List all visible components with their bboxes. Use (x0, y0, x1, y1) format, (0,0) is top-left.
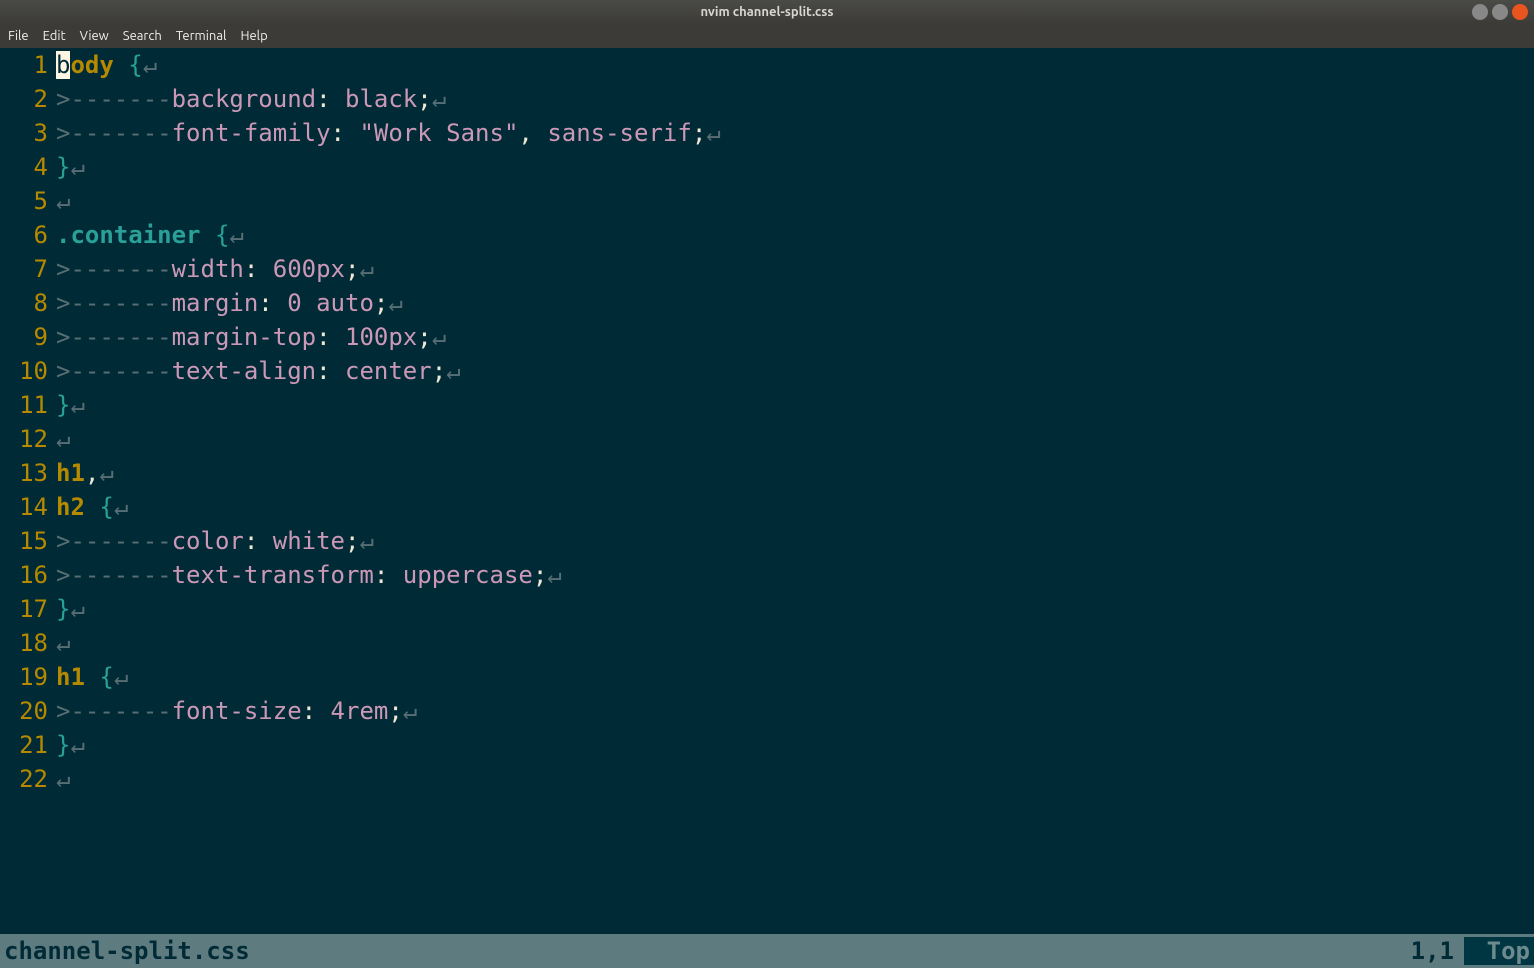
line-content[interactable]: }↵ (56, 150, 1534, 184)
line-content[interactable]: }↵ (56, 592, 1534, 626)
line-number: 21 (0, 728, 56, 762)
line-number: 3 (0, 116, 56, 150)
line-number: 8 (0, 286, 56, 320)
code-line[interactable]: 11}↵ (0, 388, 1534, 422)
code-line[interactable]: 18↵ (0, 626, 1534, 660)
line-number: 6 (0, 218, 56, 252)
line-content[interactable]: >-------font-family: "Work Sans", sans-s… (56, 116, 1534, 150)
status-scroll: Top (1464, 937, 1534, 965)
maximize-icon[interactable] (1492, 4, 1508, 20)
code-line[interactable]: 4}↵ (0, 150, 1534, 184)
line-content[interactable]: >-------margin: 0 auto;↵ (56, 286, 1534, 320)
close-icon[interactable] (1512, 4, 1528, 20)
line-content[interactable]: }↵ (56, 388, 1534, 422)
line-number: 16 (0, 558, 56, 592)
line-content[interactable]: h1,↵ (56, 456, 1534, 490)
menu-view[interactable]: View (74, 27, 115, 45)
menu-file[interactable]: File (2, 27, 35, 45)
line-number: 22 (0, 762, 56, 796)
line-number: 5 (0, 184, 56, 218)
line-content[interactable]: >-------font-size: 4rem;↵ (56, 694, 1534, 728)
minimize-icon[interactable] (1472, 4, 1488, 20)
window-title: nvim channel-split.css (700, 5, 833, 19)
menu-edit[interactable]: Edit (37, 27, 72, 45)
code-line[interactable]: 5↵ (0, 184, 1534, 218)
code-line[interactable]: 10>-------text-align: center;↵ (0, 354, 1534, 388)
window-titlebar: nvim channel-split.css (0, 0, 1534, 24)
code-line[interactable]: 9>-------margin-top: 100px;↵ (0, 320, 1534, 354)
line-content[interactable]: >-------background: black;↵ (56, 82, 1534, 116)
line-content[interactable]: h1 {↵ (56, 660, 1534, 694)
line-number: 18 (0, 626, 56, 660)
code-line[interactable]: 17}↵ (0, 592, 1534, 626)
menu-help[interactable]: Help (234, 27, 273, 45)
editor-area[interactable]: 1body {↵2>-------background: black;↵3>--… (0, 48, 1534, 796)
line-content[interactable]: }↵ (56, 728, 1534, 762)
code-line[interactable]: 19h1 {↵ (0, 660, 1534, 694)
code-line[interactable]: 7>-------width: 600px;↵ (0, 252, 1534, 286)
code-line[interactable]: 21}↵ (0, 728, 1534, 762)
code-line[interactable]: 13h1,↵ (0, 456, 1534, 490)
line-content[interactable]: .container {↵ (56, 218, 1534, 252)
line-content[interactable]: >-------width: 600px;↵ (56, 252, 1534, 286)
line-number: 15 (0, 524, 56, 558)
line-number: 11 (0, 388, 56, 422)
line-number: 10 (0, 354, 56, 388)
line-number: 20 (0, 694, 56, 728)
status-filename: channel-split.css (0, 937, 250, 965)
code-line[interactable]: 15>-------color: white;↵ (0, 524, 1534, 558)
line-number: 12 (0, 422, 56, 456)
line-content[interactable]: >-------text-transform: uppercase;↵ (56, 558, 1534, 592)
line-content[interactable]: >-------color: white;↵ (56, 524, 1534, 558)
code-line[interactable]: 6.container {↵ (0, 218, 1534, 252)
line-content[interactable]: ↵ (56, 762, 1534, 796)
code-line[interactable]: 1body {↵ (0, 48, 1534, 82)
line-content[interactable]: ↵ (56, 184, 1534, 218)
line-number: 2 (0, 82, 56, 116)
status-bar: channel-split.css 1,1 Top (0, 934, 1534, 968)
menu-search[interactable]: Search (117, 27, 168, 45)
menu-bar: File Edit View Search Terminal Help (0, 24, 1534, 48)
line-number: 19 (0, 660, 56, 694)
line-content[interactable]: body {↵ (56, 48, 1534, 82)
code-line[interactable]: 12↵ (0, 422, 1534, 456)
line-number: 1 (0, 48, 56, 82)
menu-terminal[interactable]: Terminal (170, 27, 233, 45)
line-content[interactable]: ↵ (56, 626, 1534, 660)
line-number: 4 (0, 150, 56, 184)
code-line[interactable]: 20>-------font-size: 4rem;↵ (0, 694, 1534, 728)
line-content[interactable]: >-------margin-top: 100px;↵ (56, 320, 1534, 354)
line-content[interactable]: ↵ (56, 422, 1534, 456)
window-controls (1472, 4, 1528, 20)
line-content[interactable]: >-------text-align: center;↵ (56, 354, 1534, 388)
line-number: 14 (0, 490, 56, 524)
code-line[interactable]: 16>-------text-transform: uppercase;↵ (0, 558, 1534, 592)
code-line[interactable]: 2>-------background: black;↵ (0, 82, 1534, 116)
line-number: 7 (0, 252, 56, 286)
line-content[interactable]: h2 {↵ (56, 490, 1534, 524)
line-number: 9 (0, 320, 56, 354)
code-line[interactable]: 22↵ (0, 762, 1534, 796)
line-number: 17 (0, 592, 56, 626)
code-line[interactable]: 14h2 {↵ (0, 490, 1534, 524)
code-line[interactable]: 8>-------margin: 0 auto;↵ (0, 286, 1534, 320)
status-cursor-pos: 1,1 (1411, 937, 1464, 965)
code-line[interactable]: 3>-------font-family: "Work Sans", sans-… (0, 116, 1534, 150)
line-number: 13 (0, 456, 56, 490)
